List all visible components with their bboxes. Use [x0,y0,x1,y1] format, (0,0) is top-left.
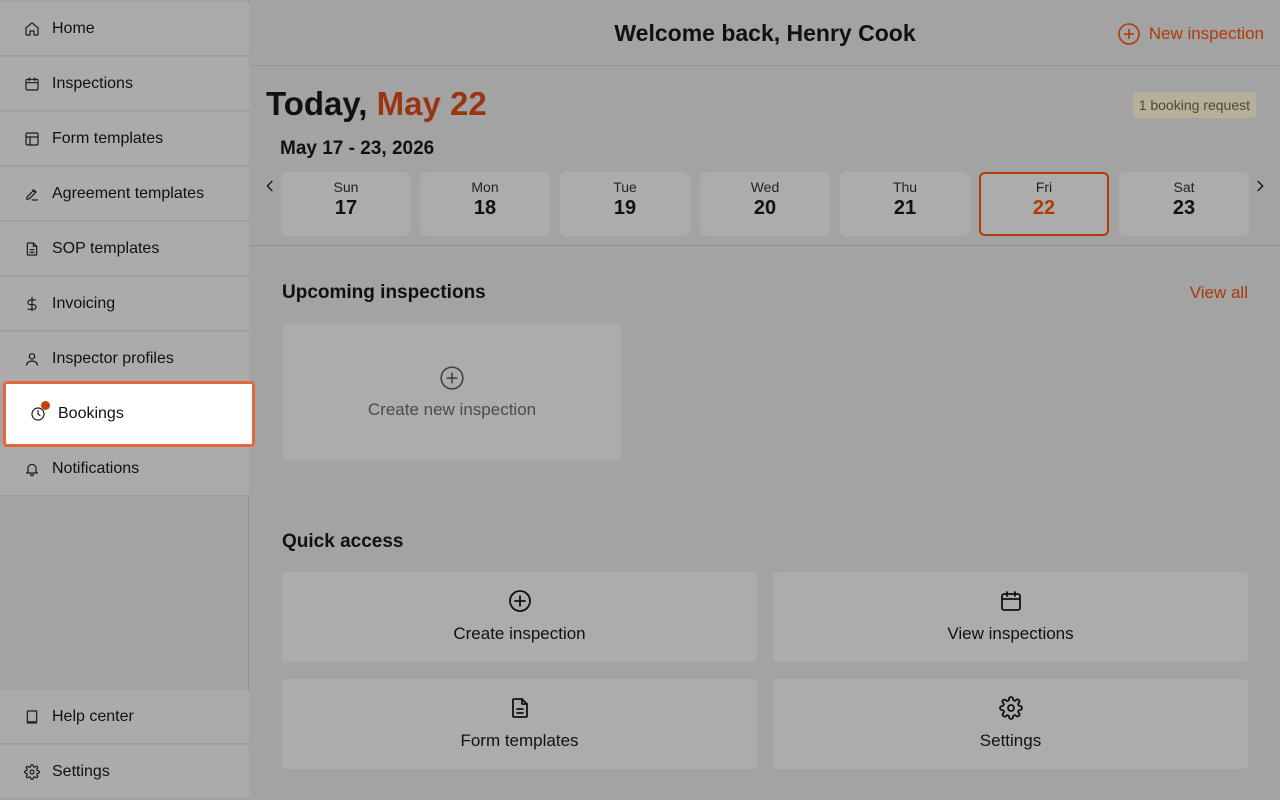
day-number: 18 [473,197,497,219]
day-name: Fri [1035,179,1053,195]
day-name: Tue [613,179,637,195]
day-name: Sun [333,179,359,195]
quick-access-label: Form templates [460,731,579,750]
sidebar-item-label: Invoicing [52,294,116,312]
sidebar-item-label: Inspections [52,74,133,92]
user-icon [24,351,40,367]
today-date: May 22 [376,85,487,122]
sidebar-item-help-center[interactable]: Help center [0,690,249,744]
day-name: Mon [471,179,499,195]
view-all-link[interactable]: View all [1190,283,1248,303]
document-icon [511,698,528,718]
sidebar-item-inspector-profiles[interactable]: Inspector profiles [0,332,249,386]
book-icon [24,709,40,725]
bell-icon [24,461,40,477]
sidebar-item-label: Help center [52,707,134,725]
gear-icon [998,696,1023,720]
sidebar-item-label: Form templates [52,129,164,147]
sidebar-item-label: Bookings [58,405,124,422]
clock-icon [30,401,50,422]
quick-view-inspections-button[interactable]: View inspections [773,572,1248,662]
signature-icon [24,186,40,202]
quick-access-title: Quick access [282,531,404,552]
next-week-button[interactable] [1252,178,1268,194]
sidebar-item-sop-templates[interactable]: SOP templates [0,222,249,276]
day-number: 23 [1172,197,1196,219]
gear-icon [24,763,40,780]
plus-circle-icon [1117,23,1140,45]
day-number: 19 [613,197,637,219]
new-inspection-button[interactable]: New inspection [1117,22,1264,46]
day-name: Wed [750,179,780,195]
day-sat[interactable]: Sat 23 [1119,172,1249,236]
today-heading: Today, May 22 [266,85,487,123]
day-number: 17 [334,197,358,219]
quick-form-templates-button[interactable]: Form templates [282,679,757,769]
create-new-inspection-card[interactable]: Create new inspection [282,322,622,462]
sidebar-item-label: Inspector profiles [52,349,174,367]
week-range: May 17 - 23, 2026 [280,138,435,159]
day-number: 21 [893,197,917,219]
day-number: 20 [753,197,777,219]
quick-create-inspection-button[interactable]: Create inspection [282,572,757,662]
sidebar-item-label: SOP templates [52,239,160,257]
plus-circle-icon [440,366,464,390]
day-mon[interactable]: Mon 18 [420,172,550,236]
sidebar: Home Inspections Form templates Agreemen… [0,0,255,800]
divider [250,245,1280,246]
day-number: 22 [1032,197,1056,219]
calendar-icon [24,76,40,92]
calendar-icon [1000,591,1021,611]
sidebar-item-label: Agreement templates [52,184,205,202]
new-inspection-label: New inspection [1148,24,1264,43]
sidebar-item-home[interactable]: Home [0,2,249,56]
upcoming-inspections-title: Upcoming inspections [282,282,486,303]
sidebar-item-invoicing[interactable]: Invoicing [0,277,249,331]
sidebar-item-settings[interactable]: Settings [0,745,249,799]
quick-access-label: View inspections [947,624,1074,643]
sidebar-item-agreement-templates[interactable]: Agreement templates [0,167,249,221]
today-prefix: Today, [266,85,368,122]
quick-access-label: Create inspection [453,624,586,643]
day-name: Sat [1173,179,1195,195]
sidebar-item-label: Settings [52,762,110,780]
notification-dot [41,401,50,410]
day-tue[interactable]: Tue 19 [560,172,690,236]
sidebar-item-notifications[interactable]: Notifications [0,442,249,496]
day-sun[interactable]: Sun 17 [281,172,411,236]
home-icon [24,21,40,37]
booking-request-badge[interactable]: 1 booking request [1132,92,1256,118]
day-fri-selected[interactable]: Fri 22 [979,172,1109,236]
dollar-icon [24,296,40,312]
document-icon [24,241,40,257]
day-thu[interactable]: Thu 21 [840,172,970,236]
chevron-left-icon [266,180,273,192]
chevron-right-icon [1257,180,1264,192]
day-name: Thu [892,179,918,195]
prev-week-button[interactable] [262,178,278,194]
sidebar-item-inspections[interactable]: Inspections [0,57,249,111]
sidebar-item-bookings[interactable]: Bookings [3,381,255,447]
top-header: Welcome back, Henry Cook New inspection [250,0,1280,66]
quick-settings-button[interactable]: Settings [773,679,1248,769]
sidebar-item-form-templates[interactable]: Form templates [0,112,249,166]
sidebar-item-label: Notifications [52,459,140,477]
create-new-inspection-label: Create new inspection [367,400,537,419]
quick-access-label: Settings [979,731,1042,750]
day-wed[interactable]: Wed 20 [700,172,830,236]
sidebar-item-label: Home [52,19,95,37]
plus-circle-icon [508,590,531,612]
layout-icon [24,131,40,147]
